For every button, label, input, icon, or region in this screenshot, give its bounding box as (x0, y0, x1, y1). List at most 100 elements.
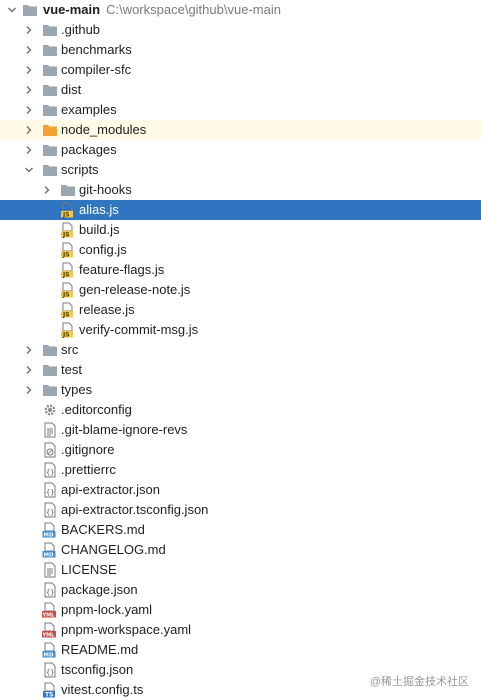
js-file-icon: JS (60, 282, 76, 298)
tree-root[interactable]: vue-main C:\workspace\github\vue-main (0, 0, 481, 20)
file-release-js[interactable]: JS release.js (0, 300, 481, 320)
svg-text:TS: TS (45, 692, 53, 699)
file-package-json[interactable]: {} package.json (0, 580, 481, 600)
tree-item-label: alias.js (79, 202, 119, 217)
svg-text:JS: JS (62, 212, 70, 219)
file-editorconfig[interactable]: .editorconfig (0, 400, 481, 420)
svg-text:{}: {} (46, 469, 54, 477)
folder-icon (42, 362, 58, 378)
tree-item-label: feature-flags.js (79, 262, 165, 277)
svg-text:JS: JS (62, 292, 70, 299)
file-backers-md[interactable]: MD BACKERS.md (0, 520, 481, 540)
file-alias-js[interactable]: JS alias.js (0, 200, 481, 220)
project-path: C:\workspace\github\vue-main (106, 2, 281, 17)
svg-text:{}: {} (46, 489, 54, 497)
folder-icon (22, 2, 38, 18)
tree-item-label: api-extractor.json (61, 482, 160, 497)
folder-compiler-sfc[interactable]: compiler-sfc (0, 60, 481, 80)
file-api-extractor-tsconfig-json[interactable]: {} api-extractor.tsconfig.json (0, 500, 481, 520)
chevron-right-icon[interactable] (23, 340, 35, 360)
tree-item-label: README.md (61, 642, 139, 657)
folder-icon (42, 142, 58, 158)
tree-item-label: packages (61, 142, 117, 157)
svg-text:MD: MD (44, 553, 54, 559)
file-changelog-md[interactable]: MD CHANGELOG.md (0, 540, 481, 560)
tree-item-label: pnpm-workspace.yaml (61, 622, 192, 637)
chevron-right-icon[interactable] (23, 60, 35, 80)
folder-scripts[interactable]: scripts (0, 160, 481, 180)
file-gitignore[interactable]: .gitignore (0, 440, 481, 460)
file-pnpm-lock-yaml[interactable]: YML pnpm-lock.yaml (0, 600, 481, 620)
file-build-js[interactable]: JS build.js (0, 220, 481, 240)
file-gen-release-note-js[interactable]: JS gen-release-note.js (0, 280, 481, 300)
file-prettierrc[interactable]: {} .prettierrc (0, 460, 481, 480)
ts-file-icon: TS (42, 682, 58, 698)
tree-item-label: pnpm-lock.yaml (61, 602, 153, 617)
folder-src[interactable]: src (0, 340, 481, 360)
chevron-right-icon[interactable] (41, 180, 53, 200)
svg-text:JS: JS (62, 272, 70, 279)
chevron-right-icon[interactable] (23, 120, 35, 140)
tree-item-label: git-hooks (79, 182, 132, 197)
tree-item-label: package.json (61, 582, 138, 597)
folder-types[interactable]: types (0, 380, 481, 400)
json-file-icon: {} (42, 462, 58, 478)
file-readme-md[interactable]: MD README.md (0, 640, 481, 660)
tree-item-label: .git-blame-ignore-revs (61, 422, 188, 437)
svg-text:{}: {} (46, 669, 54, 677)
svg-text:{}: {} (46, 589, 54, 597)
root-label: vue-main C:\workspace\github\vue-main (43, 0, 281, 20)
chevron-down-icon[interactable] (6, 0, 18, 20)
svg-text:YML: YML (42, 633, 55, 639)
folder-packages[interactable]: packages (0, 140, 481, 160)
svg-text:JS: JS (62, 252, 70, 259)
folder-github[interactable]: .github (0, 20, 481, 40)
chevron-right-icon[interactable] (23, 40, 35, 60)
js-file-icon: JS (60, 242, 76, 258)
tree-item-label: scripts (61, 162, 99, 177)
folder-node-modules[interactable]: node_modules (0, 120, 481, 140)
tree-item-label: .editorconfig (61, 402, 132, 417)
file-api-extractor-json[interactable]: {} api-extractor.json (0, 480, 481, 500)
file-git-blame-ignore-revs[interactable]: .git-blame-ignore-revs (0, 420, 481, 440)
file-pnpm-workspace-yaml[interactable]: YML pnpm-workspace.yaml (0, 620, 481, 640)
tree-item-label: compiler-sfc (61, 62, 132, 77)
json-file-icon: {} (42, 662, 58, 678)
js-file-icon: JS (60, 322, 76, 338)
tree-item-label: config.js (79, 242, 127, 257)
tree-item-label: api-extractor.tsconfig.json (61, 502, 209, 517)
file-license[interactable]: LICENSE (0, 560, 481, 580)
watermark: @稀土掘金技术社区 (370, 673, 469, 689)
folder-icon (42, 62, 58, 78)
json-file-icon: {} (42, 582, 58, 598)
tree-item-label: .github (61, 22, 101, 37)
chevron-right-icon[interactable] (23, 360, 35, 380)
folder-git-hooks[interactable]: git-hooks (0, 180, 481, 200)
tree-item-label: tsconfig.json (61, 662, 134, 677)
folder-test[interactable]: test (0, 360, 481, 380)
folder-icon (42, 22, 58, 38)
chevron-right-icon[interactable] (23, 20, 35, 40)
chevron-right-icon[interactable] (23, 140, 35, 160)
file-feature-flags-js[interactable]: JS feature-flags.js (0, 260, 481, 280)
chevron-right-icon[interactable] (23, 80, 35, 100)
file-config-js[interactable]: JS config.js (0, 240, 481, 260)
tree-item-label: .prettierrc (61, 462, 116, 477)
svg-text:YML: YML (42, 613, 55, 619)
file-verify-commit-msg-js[interactable]: JS verify-commit-msg.js (0, 320, 481, 340)
svg-text:{}: {} (46, 509, 54, 517)
folder-dist[interactable]: dist (0, 80, 481, 100)
folder-examples[interactable]: examples (0, 100, 481, 120)
chevron-right-icon[interactable] (23, 380, 35, 400)
folder-icon (42, 162, 58, 178)
folder-icon (60, 182, 76, 198)
svg-text:JS: JS (62, 332, 70, 339)
watermark-text: @稀土掘金技术社区 (369, 676, 469, 688)
folder-icon (42, 42, 58, 58)
yaml-file-icon: YML (42, 622, 58, 638)
tree-item-label: BACKERS.md (61, 522, 145, 537)
folder-benchmarks[interactable]: benchmarks (0, 40, 481, 60)
chevron-right-icon[interactable] (23, 100, 35, 120)
js-file-icon: JS (60, 222, 76, 238)
chevron-down-icon[interactable] (23, 160, 35, 180)
